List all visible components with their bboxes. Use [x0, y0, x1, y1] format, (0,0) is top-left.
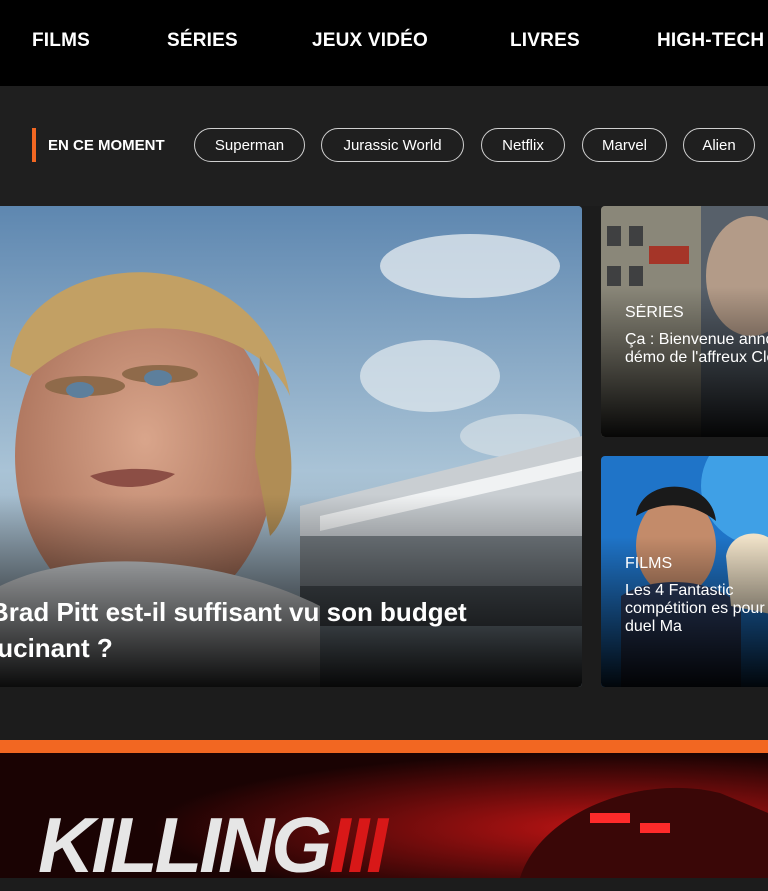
promo-title-word: KILLING — [38, 801, 332, 889]
promo-title-number: III — [328, 801, 388, 889]
side-card-1-category: SÉRIES — [625, 304, 684, 321]
trending-pill-marvel[interactable]: Marvel — [582, 128, 667, 162]
side-card-2-title-line-2: compétition es — [625, 600, 729, 617]
trending-pill-alien[interactable]: Alien — [683, 128, 755, 162]
side-card-1-title-line-1: Ça : Bienvenue — [625, 331, 735, 348]
side-card-2-category: FILMS — [625, 555, 673, 572]
hero-title-line-1: Brad Pitt est-il suffisant vu son budget — [0, 597, 467, 627]
section-divider — [0, 740, 768, 753]
hero-title-line-2: lucinant ? — [0, 633, 113, 663]
side-card-1-title-line-3: de l'affreux Clo — [669, 349, 768, 366]
side-card-1-title[interactable]: Ça : Bienvenue annonce démo de l'affreux… — [625, 331, 768, 367]
promo-title: KILLINGIII — [38, 800, 388, 891]
hero-article-title[interactable]: Brad Pitt est-il suffisant vu son budget… — [0, 594, 570, 666]
trending-pill-netflix[interactable]: Netflix — [481, 128, 565, 162]
trending-label: EN CE MOMENT — [32, 128, 165, 162]
trending-pill-jurassic-world[interactable]: Jurassic World — [321, 128, 464, 162]
top-nav: FILMS SÉRIES JEUX VIDÉO LIVRES HIGH-TECH — [0, 0, 768, 86]
nav-item-series[interactable]: SÉRIES — [167, 30, 238, 52]
nav-item-livres[interactable]: LIVRES — [510, 30, 580, 52]
trending-pill-superman[interactable]: Superman — [194, 128, 305, 162]
nav-item-jeux-video[interactable]: JEUX VIDÉO — [312, 30, 428, 52]
side-card-2-title-line-1: Les 4 Fantastic — [625, 582, 734, 599]
nav-item-films[interactable]: FILMS — [32, 30, 90, 52]
nav-item-high-tech[interactable]: HIGH-TECH — [657, 30, 764, 52]
side-card-2-title[interactable]: Les 4 Fantastic compétition es pour le d… — [625, 582, 768, 636]
